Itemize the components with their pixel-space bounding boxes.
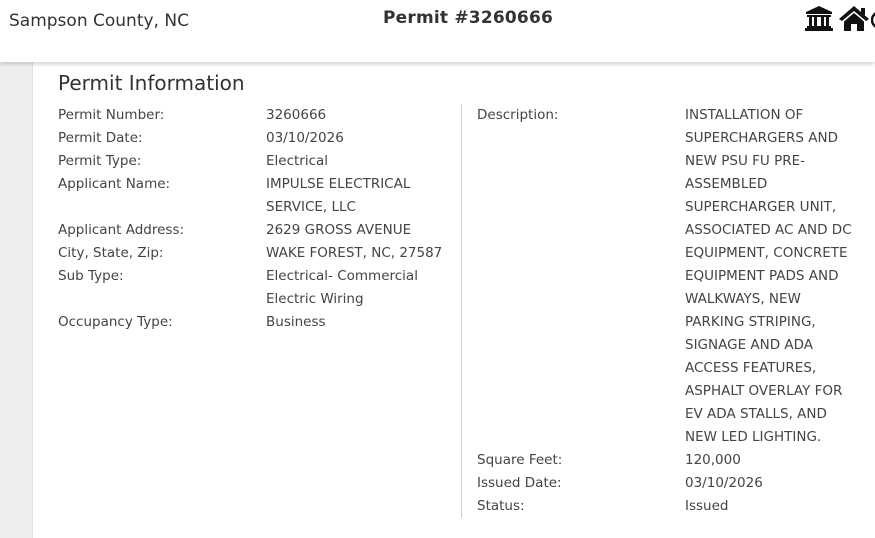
top-header: Sampson County, NC Permit #3260666 (0, 0, 875, 62)
partial-icon (871, 7, 875, 33)
field-label: Applicant Address: (58, 222, 185, 238)
permit-panel: Permit Information Permit Number: 326066… (34, 62, 875, 538)
field-permit-number: Permit Number: 3260666 (58, 104, 458, 127)
column-divider (461, 104, 462, 518)
field-label: Square Feet: (477, 452, 563, 468)
field-value: Electrical (266, 153, 329, 169)
field-value: IMPULSE ELECTRICAL SERVICE, LLC (266, 176, 411, 215)
home-icon[interactable] (839, 5, 869, 35)
field-value: WAKE FOREST, NC, 27587 (266, 245, 443, 261)
field-permit-date: Permit Date: 03/10/2026 (58, 127, 458, 150)
field-value: 03/10/2026 (685, 475, 763, 491)
field-permit-type: Permit Type: Electrical (58, 150, 458, 173)
field-label: Permit Date: (58, 130, 143, 146)
field-label: Status: (477, 498, 525, 514)
field-issued-date: Issued Date: 03/10/2026 (477, 472, 875, 495)
field-city-state-zip: City, State, Zip: WAKE FOREST, NC, 27587 (58, 242, 458, 265)
field-square-feet: Square Feet: 120,000 (477, 449, 875, 472)
field-value: Business (266, 314, 326, 330)
field-label: Issued Date: (477, 475, 562, 491)
field-applicant-address: Applicant Address: 2629 GROSS AVENUE (58, 219, 458, 242)
header-icons (805, 6, 875, 34)
field-applicant-name: Applicant Name: IMPULSE ELECTRICAL SERVI… (58, 173, 458, 219)
field-label: Permit Number: (58, 107, 165, 123)
left-gutter (0, 62, 33, 538)
field-description: Description: INSTALLATION OF SUPERCHARGE… (477, 104, 875, 449)
section-title: Permit Information (58, 71, 245, 95)
field-value: 03/10/2026 (266, 130, 344, 146)
field-value: Issued (685, 498, 729, 514)
field-label: Sub Type: (58, 268, 124, 284)
permit-fields-right: Description: INSTALLATION OF SUPERCHARGE… (477, 104, 875, 518)
field-label: City, State, Zip: (58, 245, 164, 261)
field-label: Description: (477, 107, 559, 123)
bank-icon[interactable] (805, 5, 833, 35)
field-value: 3260666 (266, 107, 327, 123)
county-name: Sampson County, NC (9, 11, 189, 31)
field-label: Permit Type: (58, 153, 142, 169)
field-value: 120,000 (685, 452, 741, 468)
field-value: INSTALLATION OF SUPERCHARGERS AND NEW PS… (685, 107, 852, 445)
field-status: Status: Issued (477, 495, 875, 518)
field-value: 2629 GROSS AVENUE (266, 222, 412, 238)
field-label: Applicant Name: (58, 176, 171, 192)
field-sub-type: Sub Type: Electrical- Commercial Electri… (58, 265, 458, 311)
permit-fields-left: Permit Number: 3260666 Permit Date: 03/1… (58, 104, 458, 334)
field-occupancy-type: Occupancy Type: Business (58, 311, 458, 334)
field-label: Occupancy Type: (58, 314, 173, 330)
page-title: Permit #3260666 (383, 8, 554, 28)
field-value: Electrical- Commercial Electric Wiring (266, 268, 418, 307)
